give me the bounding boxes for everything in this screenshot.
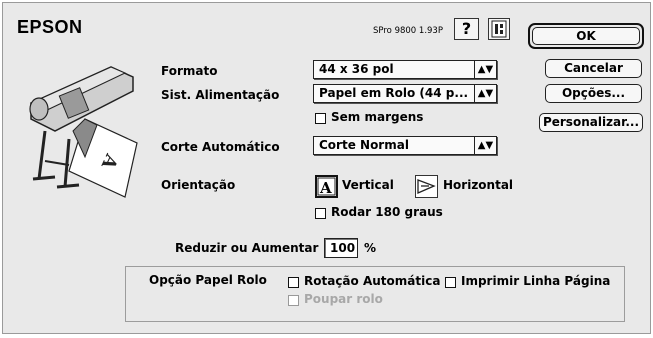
portrait-radio[interactable]: A	[315, 175, 338, 198]
printer-illustration: A	[29, 66, 138, 198]
scale-label: Reduzir ou Aumentar	[175, 241, 319, 255]
info-button[interactable]	[488, 18, 510, 40]
help-icon: ?	[461, 19, 472, 38]
orientation-label: Orientação	[161, 178, 236, 192]
options-button[interactable]: Opções...	[545, 84, 642, 103]
landscape-label: Horizontal	[443, 178, 514, 192]
landscape-radio[interactable]	[415, 175, 438, 198]
autocut-label: Corte Automático	[161, 140, 280, 154]
paper-feed-select[interactable]: Papel em Rolo (44 p... ▲▼	[313, 84, 497, 103]
rotate-180-checkbox[interactable]	[315, 208, 326, 219]
portrait-label: Vertical	[342, 178, 394, 192]
percent-sign: %	[364, 241, 377, 255]
ok-button-frame: OK	[528, 23, 644, 49]
format-label: Formato	[161, 64, 218, 78]
updown-arrows-icon: ▲▼	[474, 61, 496, 78]
help-button[interactable]: ?	[454, 18, 479, 40]
format-select[interactable]: 44 x 36 pol ▲▼	[313, 60, 497, 79]
cancel-button[interactable]: Cancelar	[545, 59, 642, 78]
landscape-icon	[417, 179, 436, 194]
print-page-line-checkbox[interactable]	[445, 277, 456, 288]
auto-rotate-checkbox[interactable]	[288, 277, 299, 288]
save-roll-checkbox[interactable]	[288, 295, 299, 306]
driver-version: SPro 9800 1.93P	[373, 26, 443, 36]
autocut-select[interactable]: Corte Normal ▲▼	[313, 136, 497, 155]
borderless-checkbox[interactable]	[315, 113, 326, 124]
format-select-value: 44 x 36 pol	[319, 62, 394, 76]
paper-feed-select-value: Papel em Rolo (44 p...	[319, 86, 469, 100]
scale-input[interactable]: 100	[324, 238, 358, 258]
paper-feed-label: Sist. Alimentação	[161, 88, 280, 102]
print-setup-dialog: EPSON SPro 9800 1.93P ? OK Cancelar Opçõ…	[2, 2, 651, 334]
updown-arrows-icon: ▲▼	[474, 85, 496, 102]
rotate-180-label: Rodar 180 graus	[331, 205, 443, 219]
save-roll-label: Poupar rolo	[304, 292, 383, 306]
updown-arrows-icon: ▲▼	[474, 137, 496, 154]
portrait-icon: A	[317, 177, 336, 197]
ok-button[interactable]: OK	[532, 27, 640, 45]
autocut-select-value: Corte Normal	[319, 138, 409, 152]
roll-paper-options-title: Opção Papel Rolo	[149, 273, 267, 287]
print-page-line-label: Imprimir Linha Página	[461, 274, 611, 288]
borderless-label: Sem margens	[331, 110, 424, 124]
svg-text:A: A	[319, 179, 332, 196]
customize-button[interactable]: Personalizar...	[539, 113, 643, 132]
auto-rotate-label: Rotação Automática	[304, 274, 441, 288]
epson-logo: EPSON	[17, 17, 83, 37]
info-icon	[491, 20, 507, 38]
